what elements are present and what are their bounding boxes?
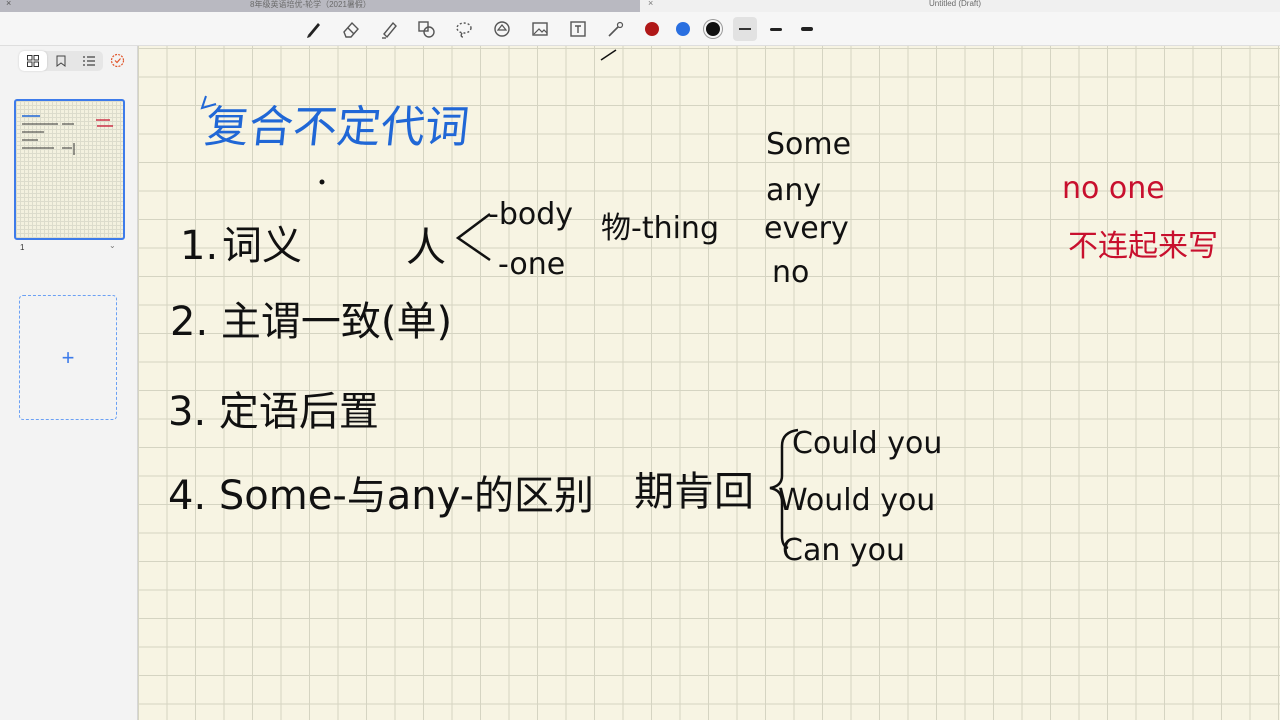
stroke-size-medium[interactable] — [770, 28, 782, 31]
stroke-size-thick[interactable] — [801, 27, 813, 31]
prefix-any: any — [766, 173, 822, 208]
text-icon[interactable] — [566, 17, 590, 41]
person-label: 人 — [406, 225, 446, 271]
close-icon[interactable]: × — [648, 0, 653, 8]
item-1-text: 词义 — [222, 223, 302, 269]
item-1-number: 1. — [180, 223, 219, 269]
phrase-would-you: Would you — [778, 483, 936, 518]
ink-dot — [319, 179, 325, 185]
bracket-stroke — [455, 213, 491, 262]
grid-view-icon[interactable] — [19, 51, 47, 71]
phrase-could-you: Could you — [792, 426, 943, 461]
sticker-icon[interactable] — [490, 17, 514, 41]
drawing-toolbar — [0, 12, 1280, 46]
bookmark-icon[interactable] — [47, 51, 75, 71]
black-color-swatch-selected[interactable] — [706, 22, 720, 36]
one-suffix: -one — [498, 247, 566, 282]
pen-icon[interactable] — [302, 17, 326, 41]
pages-sidebar: 1 ⌄ + — [0, 46, 138, 720]
chevron-down-icon[interactable]: ⌄ — [109, 241, 116, 250]
thumbnail-preview — [22, 115, 113, 155]
red-color-swatch[interactable] — [645, 22, 659, 36]
page-number-label: 1 — [20, 243, 25, 252]
blue-color-swatch[interactable] — [676, 22, 690, 36]
red-note-line-1: no one — [1062, 171, 1165, 206]
stroke-size-thin-selected[interactable] — [733, 17, 757, 41]
body-suffix: -body — [488, 197, 574, 232]
image-icon[interactable] — [528, 17, 552, 41]
pomodoro-timer-icon[interactable] — [110, 53, 125, 73]
item-3: 3. 定语后置 — [168, 389, 379, 435]
eraser-icon[interactable] — [339, 17, 363, 41]
prefix-some: Some — [766, 127, 852, 162]
page-thumbnail[interactable] — [14, 99, 125, 240]
outline-list-icon[interactable] — [75, 51, 103, 71]
shapes-icon[interactable] — [414, 17, 438, 41]
highlighter-icon[interactable] — [377, 17, 401, 41]
right-window-titlebar: × Untitled (Draft) — [640, 0, 1280, 12]
window-titlebar: × 8年级英语培优-轮学（2021暑假） × Untitled (Draft) — [0, 0, 1280, 12]
prefix-no: no — [772, 255, 810, 290]
heading-title: 复合不定代词 — [202, 102, 472, 153]
item-2: 2. 主谓一致(单) — [170, 299, 453, 345]
add-page-button[interactable]: + — [19, 295, 117, 420]
expect-label: 期肯回 — [634, 469, 754, 515]
prefix-every: every — [764, 211, 849, 246]
left-window-title: 8年级英语培优-轮学（2021暑假） — [250, 0, 371, 9]
note-canvas[interactable]: 复合不定代词 1. 词义 人 -body -one 物-thing Some a… — [138, 46, 1280, 720]
right-window-title: Untitled (Draft) — [929, 0, 982, 8]
sidebar-view-tabs — [19, 51, 103, 71]
phrase-can-you: Can you — [782, 533, 906, 568]
laser-pointer-icon[interactable] — [604, 17, 628, 41]
plus-icon: + — [61, 344, 75, 370]
close-icon[interactable]: × — [6, 0, 11, 8]
red-note-line-2: 不连起来写 — [1068, 229, 1218, 264]
left-window-titlebar: × 8年级英语培优-轮学（2021暑假） — [0, 0, 640, 12]
thing-label: 物-thing — [601, 211, 719, 246]
stray-ink-stroke — [600, 49, 617, 61]
lasso-icon[interactable] — [452, 17, 476, 41]
item-4: 4. Some-与any-的区别 — [168, 473, 595, 519]
